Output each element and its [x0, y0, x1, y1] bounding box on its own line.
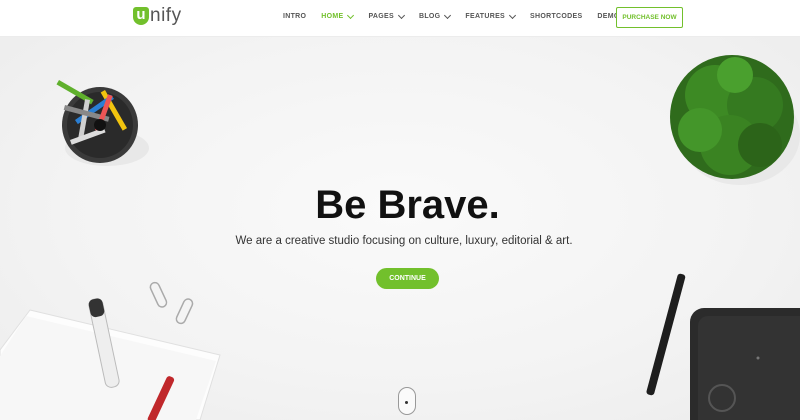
menu-item-label: SHORTCODES [530, 13, 583, 20]
pencil-cup-image [56, 80, 149, 166]
menu-item-shortcodes[interactable]: SHORTCODES [530, 13, 582, 20]
menu-item-blog[interactable]: BLOG [418, 11, 452, 20]
menu-item-label: HOME [321, 13, 344, 20]
logo-text: nify [150, 5, 182, 26]
hero-title: Be Brave. [315, 183, 500, 227]
continue-button[interactable]: CONTINUE [376, 268, 439, 289]
menu-item-label: BLOG [418, 13, 441, 20]
stylus-pen-image [646, 273, 686, 396]
menu-item-intro[interactable]: INTRO [283, 13, 306, 20]
top-navbar: u nify INTRO HOME PAGES BLOG FEATURES SH… [0, 0, 800, 37]
menu-item-label: FEATURES [465, 13, 506, 20]
red-pen-image [147, 376, 175, 420]
menu-item-features[interactable]: FEATURES [465, 11, 517, 20]
purchase-now-button[interactable]: PURCHASE NOW [616, 7, 683, 28]
chevron-down-icon [508, 11, 517, 19]
unify-logo[interactable]: u nify [133, 6, 182, 26]
menu-item-label: INTRO [283, 13, 307, 20]
logo-mark: u [133, 7, 149, 25]
menu-item-pages[interactable]: PAGES [368, 11, 406, 20]
main-menu: INTRO HOME PAGES BLOG FEATURES SHORTCODE… [283, 11, 650, 20]
paper-clips-image [149, 281, 194, 325]
hero-subtitle: We are a creative studio focusing on cul… [235, 235, 573, 247]
chevron-down-icon [444, 11, 452, 19]
menu-item-home[interactable]: HOME [321, 11, 355, 20]
potted-plant-image [670, 55, 800, 185]
mouse-scroll-icon[interactable] [398, 387, 416, 415]
marker-image [88, 298, 120, 388]
scroll-wheel-dot [405, 401, 408, 404]
drawing-tablet-image [690, 308, 800, 420]
chevron-down-icon [347, 11, 355, 19]
chevron-down-icon [397, 11, 406, 19]
menu-item-label: PAGES [368, 13, 394, 20]
